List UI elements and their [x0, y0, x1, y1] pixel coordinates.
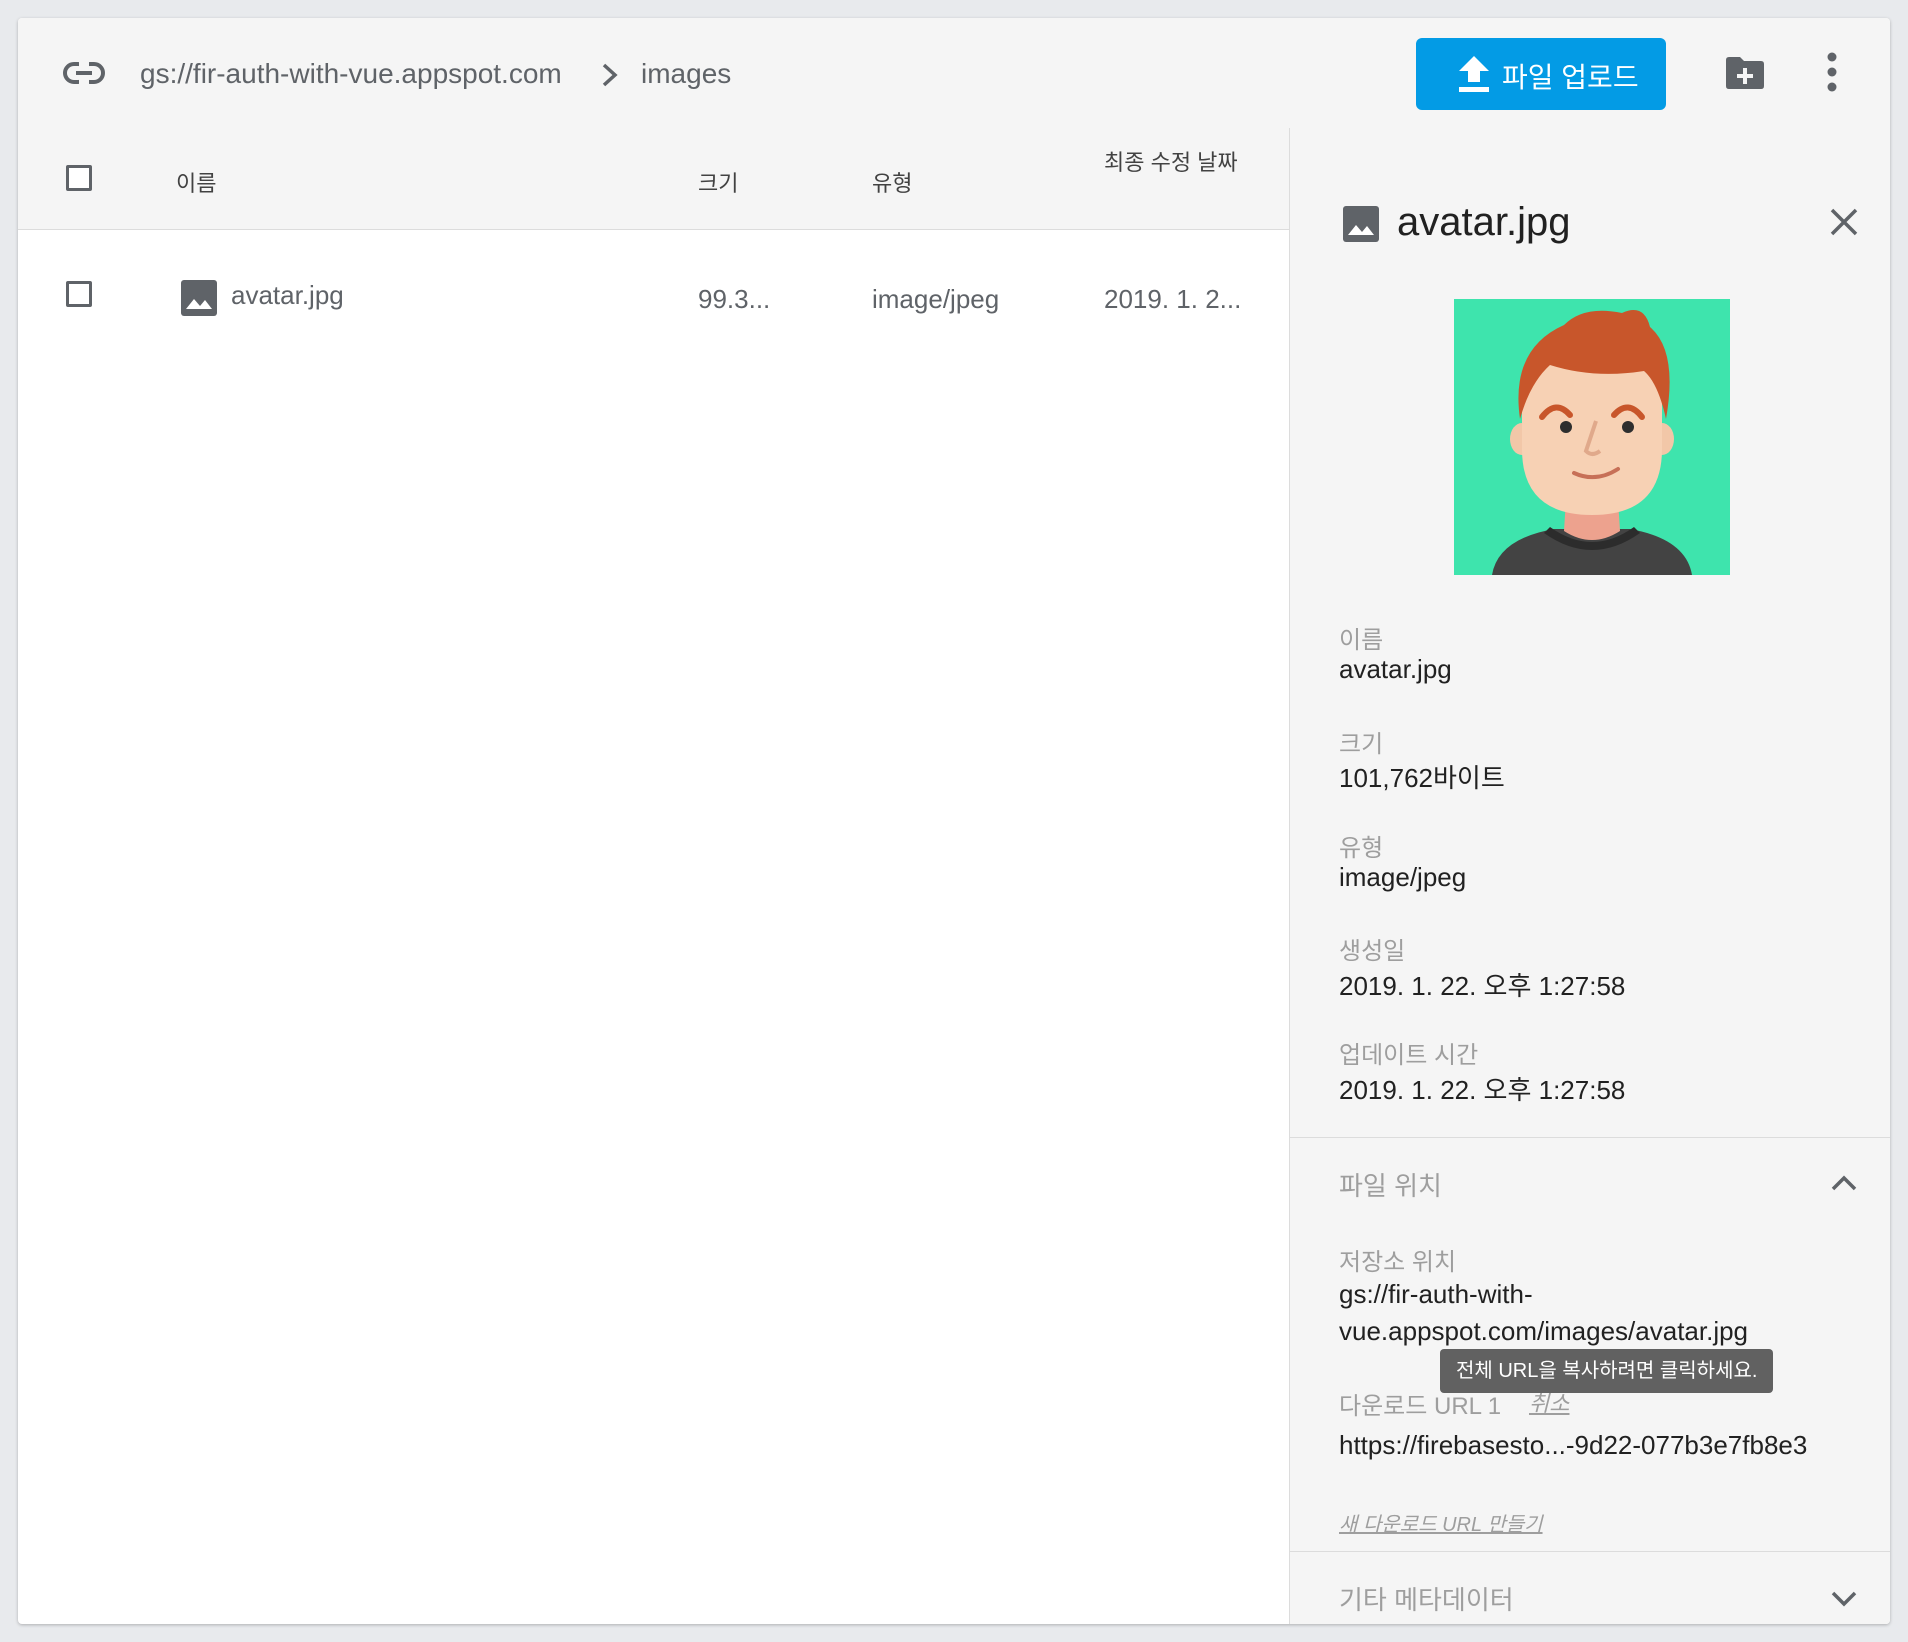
file-location-section[interactable]: 파일 위치 [1339, 1166, 1442, 1203]
type-label: 유형 [1339, 835, 1384, 862]
column-type[interactable]: 유형 [872, 166, 912, 198]
chevron-up-icon[interactable] [1830, 1174, 1858, 1192]
type-value: image/jpeg [1339, 862, 1467, 892]
image-file-icon [181, 280, 217, 316]
storage-browser: gs://fir-auth-with-vue.appspot.com image… [18, 18, 1890, 1624]
updated-value: 2019. 1. 22. 오후 1:27:58 [1339, 1075, 1626, 1105]
upload-file-label: 파일 업로드 [1502, 62, 1639, 93]
chevron-down-icon[interactable] [1830, 1590, 1858, 1608]
updated-label: 업데이트 시간 [1339, 1042, 1479, 1069]
table-header: 이름 크기 유형 [18, 128, 1289, 230]
file-details-panel: avatar.jpg 이름 avatar.jpg 크기 101,762바이트 유… [1289, 128, 1890, 1624]
name-label: 이름 [1339, 627, 1384, 654]
chevron-right-icon [602, 63, 618, 87]
details-title: avatar.jpg [1397, 200, 1571, 244]
more-vert-icon[interactable] [1826, 52, 1838, 92]
upload-file-button[interactable]: 파일 업로드 [1416, 38, 1666, 110]
row-modified: 2019. 1. 2... [1104, 284, 1242, 314]
storage-location-line1: gs://fir-auth-with- [1339, 1279, 1533, 1309]
download-url-value[interactable]: https://firebasesto...-9d22-077b3e7fb8e3 [1339, 1430, 1807, 1461]
toolbar: gs://fir-auth-with-vue.appspot.com image… [18, 18, 1890, 129]
table-row[interactable]: avatar.jpg 99.3... image/jpeg 2019. 1. 2… [18, 230, 1289, 330]
image-file-icon [1343, 206, 1379, 242]
column-name[interactable]: 이름 [176, 166, 216, 198]
size-label: 크기 [1339, 731, 1384, 758]
column-size[interactable]: 크기 [698, 166, 738, 198]
row-size: 99.3... [698, 284, 771, 314]
size-value: 101,762바이트 [1339, 763, 1505, 793]
link-icon[interactable] [62, 56, 106, 90]
created-label: 생성일 [1339, 938, 1406, 965]
column-modified[interactable]: 최종 수정 날짜 [1104, 146, 1254, 180]
row-name[interactable]: avatar.jpg [231, 280, 344, 311]
image-preview [1454, 299, 1730, 575]
upload-icon [1459, 56, 1489, 92]
divider [1290, 1137, 1890, 1138]
divider [1290, 1551, 1890, 1552]
storage-location-value[interactable]: gs://fir-auth-with- vue.appspot.com/imag… [1339, 1276, 1879, 1350]
storage-location-line2: vue.appspot.com/images/avatar.jpg [1339, 1316, 1749, 1346]
copy-url-tooltip: 전체 URL을 복사하려면 클릭하세요. [1440, 1349, 1774, 1393]
storage-location-label: 저장소 위치 [1339, 1249, 1457, 1276]
breadcrumb-folder[interactable]: images [641, 58, 731, 90]
new-download-url-link[interactable]: 새 다운로드 URL 만들기 [1339, 1508, 1543, 1537]
name-value: avatar.jpg [1339, 654, 1452, 684]
row-type: image/jpeg [872, 284, 1000, 314]
created-value: 2019. 1. 22. 오후 1:27:58 [1339, 971, 1626, 1001]
row-checkbox[interactable] [66, 281, 92, 307]
close-icon[interactable] [1828, 206, 1860, 238]
select-all-checkbox[interactable] [66, 165, 92, 191]
create-folder-icon[interactable] [1724, 56, 1766, 90]
other-metadata-section[interactable]: 기타 메타데이터 [1339, 1580, 1514, 1617]
breadcrumb-bucket[interactable]: gs://fir-auth-with-vue.appspot.com [140, 58, 562, 90]
